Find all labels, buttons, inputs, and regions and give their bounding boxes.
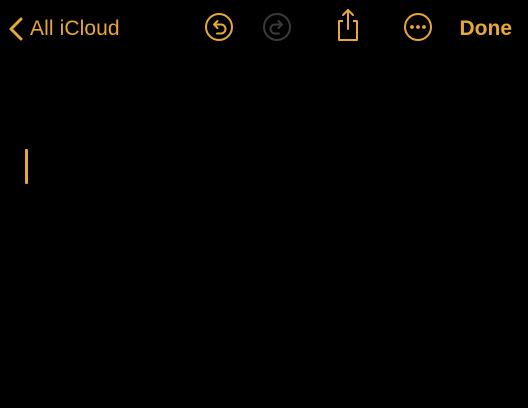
notes-toolbar: All iCloud Done <box>0 0 528 58</box>
note-editor[interactable] <box>0 58 528 408</box>
undo-icon <box>204 12 234 47</box>
ellipsis-circle-icon <box>403 12 433 47</box>
redo-button[interactable] <box>259 11 295 47</box>
share-icon <box>333 7 363 48</box>
chevron-left-icon <box>6 15 26 43</box>
back-label: All iCloud <box>30 17 120 40</box>
back-button[interactable]: All iCloud <box>6 13 120 45</box>
done-button[interactable]: Done <box>460 13 513 45</box>
redo-icon <box>262 12 292 47</box>
text-caret <box>25 149 28 184</box>
undo-button[interactable] <box>201 11 237 47</box>
more-button[interactable] <box>400 11 436 47</box>
share-button[interactable] <box>330 7 366 48</box>
